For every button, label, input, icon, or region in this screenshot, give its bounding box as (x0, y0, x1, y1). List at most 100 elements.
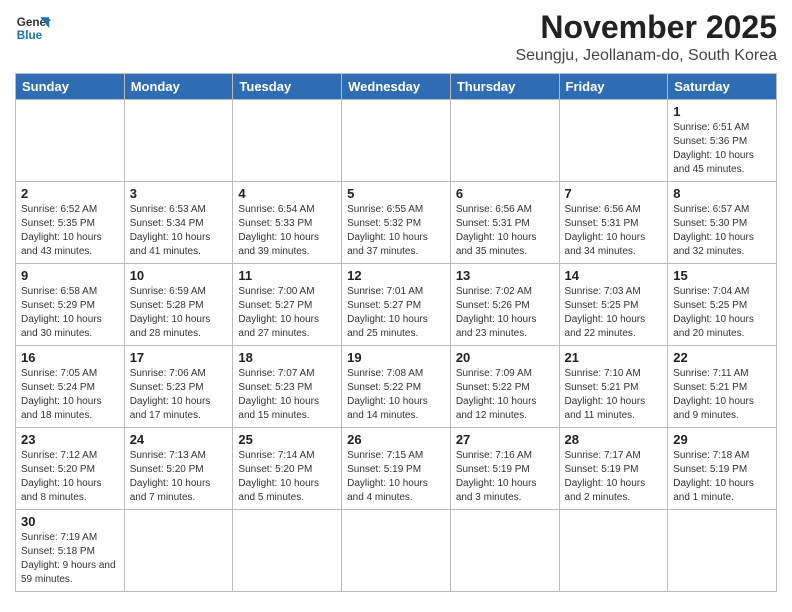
day-cell: 4Sunrise: 6:54 AM Sunset: 5:33 PM Daylig… (233, 182, 342, 264)
week-row-5: 30Sunrise: 7:19 AM Sunset: 5:18 PM Dayli… (16, 510, 777, 592)
week-row-3: 16 Sunrise: 7:05 AM Sunset: 5:24 PM Dayli… (16, 346, 777, 428)
day-info: Sunrise: 7:04 AM Sunset: 5:25 PM Dayligh… (673, 285, 771, 341)
day-info: Sunrise: 7:05 AM Sunset: 5:24 PM Dayligh… (21, 367, 119, 423)
header-monday: Monday (124, 74, 233, 100)
header-saturday: Saturday (668, 74, 777, 100)
header-friday: Friday (559, 74, 668, 100)
day-number: 9 (21, 268, 119, 283)
day-cell: 9Sunrise: 6:58 AM Sunset: 5:29 PM Daylig… (16, 264, 125, 346)
day-number: 7 (565, 186, 663, 201)
day-cell: 18 Sunrise: 7:07 AM Sunset: 5:23 PM Dayli… (233, 346, 342, 428)
day-cell: 28Sunrise: 7:17 AM Sunset: 5:19 PM Dayli… (559, 428, 668, 510)
logo-icon: General Blue (15, 10, 51, 46)
header-wednesday: Wednesday (342, 74, 451, 100)
day-info: Sunrise: 6:56 AM Sunset: 5:31 PM Dayligh… (565, 203, 663, 259)
day-number: 30 (21, 514, 119, 529)
day-cell: 23 Sunrise: 7:12 AM Sunset: 5:20 PM Dayli… (16, 428, 125, 510)
week-row-4: 23 Sunrise: 7:12 AM Sunset: 5:20 PM Dayli… (16, 428, 777, 510)
day-number: 22 (673, 350, 771, 365)
day-cell: 12Sunrise: 7:01 AM Sunset: 5:27 PM Dayli… (342, 264, 451, 346)
header-thursday: Thursday (450, 74, 559, 100)
header-tuesday: Tuesday (233, 74, 342, 100)
month-title: November 2025 (515, 10, 777, 45)
day-info: Sunrise: 7:02 AM Sunset: 5:26 PM Dayligh… (456, 285, 554, 341)
week-row-0: 1 Sunrise: 6:51 AM Sunset: 5:36 PM Daylig… (16, 100, 777, 182)
day-cell: 7 Sunrise: 6:56 AM Sunset: 5:31 PM Daylig… (559, 182, 668, 264)
day-number: 15 (673, 268, 771, 283)
day-info: Sunrise: 6:53 AM Sunset: 5:34 PM Dayligh… (130, 203, 228, 259)
day-info: Sunrise: 7:09 AM Sunset: 5:22 PM Dayligh… (456, 367, 554, 423)
logo: General Blue (15, 10, 51, 46)
day-info: Sunrise: 7:14 AM Sunset: 5:20 PM Dayligh… (238, 449, 336, 505)
day-info: Sunrise: 6:55 AM Sunset: 5:32 PM Dayligh… (347, 203, 445, 259)
day-number: 24 (130, 432, 228, 447)
day-info: Sunrise: 7:12 AM Sunset: 5:20 PM Dayligh… (21, 449, 119, 505)
day-cell (559, 510, 668, 592)
location-title: Seungju, Jeollanam-do, South Korea (515, 47, 777, 65)
day-cell: 21Sunrise: 7:10 AM Sunset: 5:21 PM Dayli… (559, 346, 668, 428)
svg-text:Blue: Blue (17, 29, 43, 42)
day-number: 17 (130, 350, 228, 365)
day-cell (668, 510, 777, 592)
day-cell: 10 Sunrise: 6:59 AM Sunset: 5:28 PM Dayli… (124, 264, 233, 346)
day-cell: 11Sunrise: 7:00 AM Sunset: 5:27 PM Dayli… (233, 264, 342, 346)
day-info: Sunrise: 7:16 AM Sunset: 5:19 PM Dayligh… (456, 449, 554, 505)
day-number: 16 (21, 350, 119, 365)
day-cell: 30Sunrise: 7:19 AM Sunset: 5:18 PM Dayli… (16, 510, 125, 592)
week-row-1: 2 Sunrise: 6:52 AM Sunset: 5:35 PM Daylig… (16, 182, 777, 264)
day-cell (124, 510, 233, 592)
day-cell: 6 Sunrise: 6:56 AM Sunset: 5:31 PM Daylig… (450, 182, 559, 264)
day-number: 26 (347, 432, 445, 447)
day-number: 20 (456, 350, 554, 365)
day-cell: 16 Sunrise: 7:05 AM Sunset: 5:24 PM Dayli… (16, 346, 125, 428)
week-row-2: 9Sunrise: 6:58 AM Sunset: 5:29 PM Daylig… (16, 264, 777, 346)
day-number: 23 (21, 432, 119, 447)
day-cell (450, 100, 559, 182)
day-cell: 26 Sunrise: 7:15 AM Sunset: 5:19 PM Dayli… (342, 428, 451, 510)
day-cell (342, 100, 451, 182)
day-number: 10 (130, 268, 228, 283)
day-number: 25 (238, 432, 336, 447)
day-info: Sunrise: 7:08 AM Sunset: 5:22 PM Dayligh… (347, 367, 445, 423)
day-cell (450, 510, 559, 592)
day-cell: 24Sunrise: 7:13 AM Sunset: 5:20 PM Dayli… (124, 428, 233, 510)
day-number: 3 (130, 186, 228, 201)
day-number: 11 (238, 268, 336, 283)
day-cell: 3 Sunrise: 6:53 AM Sunset: 5:34 PM Daylig… (124, 182, 233, 264)
day-info: Sunrise: 6:56 AM Sunset: 5:31 PM Dayligh… (456, 203, 554, 259)
day-info: Sunrise: 7:15 AM Sunset: 5:19 PM Dayligh… (347, 449, 445, 505)
day-number: 14 (565, 268, 663, 283)
day-number: 21 (565, 350, 663, 365)
day-cell: 17 Sunrise: 7:06 AM Sunset: 5:23 PM Dayli… (124, 346, 233, 428)
day-cell (233, 510, 342, 592)
day-number: 18 (238, 350, 336, 365)
day-number: 2 (21, 186, 119, 201)
day-info: Sunrise: 7:06 AM Sunset: 5:23 PM Dayligh… (130, 367, 228, 423)
day-number: 1 (673, 104, 771, 119)
day-cell: 14 Sunrise: 7:03 AM Sunset: 5:25 PM Dayli… (559, 264, 668, 346)
day-cell (233, 100, 342, 182)
calendar: SundayMondayTuesdayWednesdayThursdayFrid… (15, 73, 777, 592)
day-number: 4 (238, 186, 336, 201)
day-info: Sunrise: 7:07 AM Sunset: 5:23 PM Dayligh… (238, 367, 336, 423)
day-cell (124, 100, 233, 182)
day-cell: 20 Sunrise: 7:09 AM Sunset: 5:22 PM Dayli… (450, 346, 559, 428)
header: General Blue November 2025 Seungju, Jeol… (15, 10, 777, 65)
day-number: 29 (673, 432, 771, 447)
day-cell: 29Sunrise: 7:18 AM Sunset: 5:19 PM Dayli… (668, 428, 777, 510)
day-info: Sunrise: 6:51 AM Sunset: 5:36 PM Dayligh… (673, 121, 771, 177)
day-cell: 25 Sunrise: 7:14 AM Sunset: 5:20 PM Dayli… (233, 428, 342, 510)
day-info: Sunrise: 6:59 AM Sunset: 5:28 PM Dayligh… (130, 285, 228, 341)
day-info: Sunrise: 7:03 AM Sunset: 5:25 PM Dayligh… (565, 285, 663, 341)
day-number: 6 (456, 186, 554, 201)
day-number: 13 (456, 268, 554, 283)
day-info: Sunrise: 6:52 AM Sunset: 5:35 PM Dayligh… (21, 203, 119, 259)
day-number: 8 (673, 186, 771, 201)
day-cell: 13 Sunrise: 7:02 AM Sunset: 5:26 PM Dayli… (450, 264, 559, 346)
day-number: 5 (347, 186, 445, 201)
day-cell (559, 100, 668, 182)
day-cell: 5 Sunrise: 6:55 AM Sunset: 5:32 PM Daylig… (342, 182, 451, 264)
day-number: 28 (565, 432, 663, 447)
day-cell: 19Sunrise: 7:08 AM Sunset: 5:22 PM Dayli… (342, 346, 451, 428)
title-area: November 2025 Seungju, Jeollanam-do, Sou… (515, 10, 777, 65)
